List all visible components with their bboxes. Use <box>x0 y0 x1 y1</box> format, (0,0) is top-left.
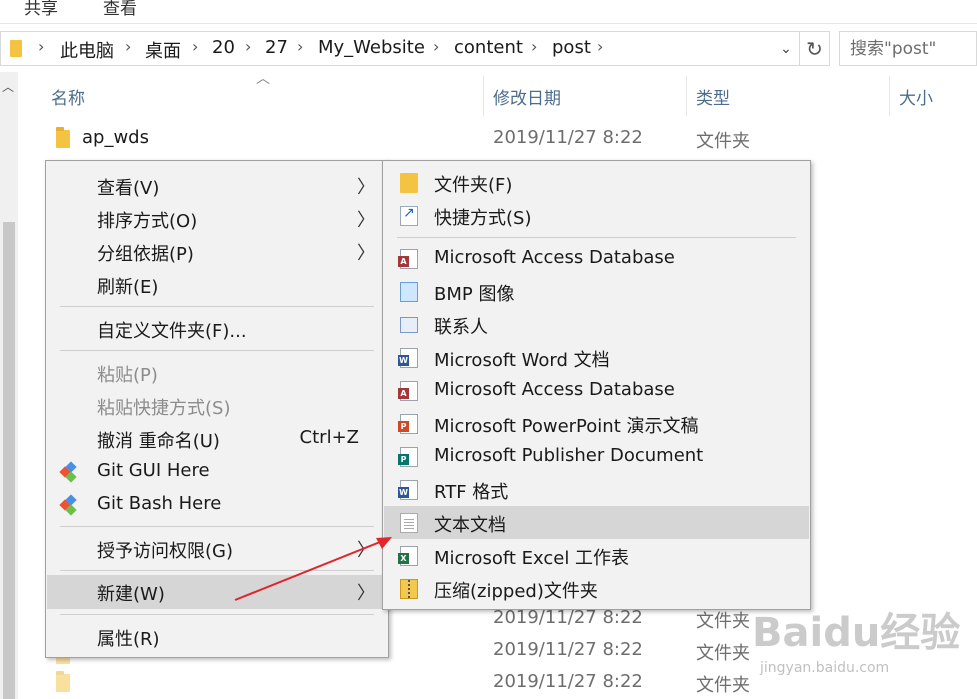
watermark-url: jingyan.baidu.com <box>760 660 890 676</box>
watermark-logo-text: Baidu经验 <box>752 610 961 656</box>
annotation-arrow <box>234 537 392 601</box>
baidu-watermark: Baidu经验 jingyan.baidu.com <box>752 600 977 699</box>
